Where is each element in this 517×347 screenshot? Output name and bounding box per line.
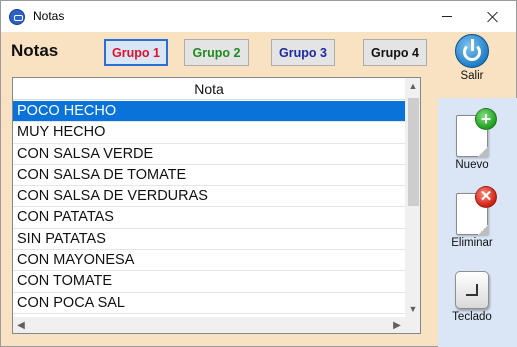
new-document-icon: + [456,108,497,157]
window-title: Notas [33,9,65,23]
salir-button[interactable]: Salir [438,34,506,82]
title-bar: Notas [1,1,516,32]
scroll-left-icon[interactable]: ◀ [13,317,29,333]
horizontal-scrollbar[interactable]: ◀ ▶ [13,317,405,333]
power-icon [455,34,489,68]
keyboard-enter-icon [455,271,489,309]
list-item[interactable]: CON SALSA DE TOMATE [13,165,405,187]
nuevo-label: Nuevo [455,159,489,171]
close-button[interactable] [470,1,516,32]
minimize-button[interactable] [424,1,470,32]
eliminar-label: Eliminar [451,237,493,249]
list-item[interactable]: SIN PATATAS [13,229,405,251]
list-item[interactable]: CON POCA SAL [13,293,405,314]
scroll-corner [405,317,420,333]
scroll-down-icon[interactable]: ▼ [405,301,420,317]
nuevo-button[interactable]: + Nuevo [438,108,506,171]
list-rows: POCO HECHO MUY HECHO CON SALSA VERDE CON SA… [13,101,405,314]
scroll-up-icon[interactable]: ▲ [405,78,420,94]
group-4-button[interactable]: Grupo 4 [363,39,427,66]
notas-window: Notas Notas Grupo 1 Grupo 2 Grupo 3 Grup… [0,0,517,347]
list-item[interactable]: CON SALSA VERDE [13,144,405,165]
group-3-button[interactable]: Grupo 3 [271,39,335,66]
column-header-nota[interactable]: Nota [13,78,405,100]
close-icon [487,11,499,23]
vertical-scrollbar[interactable]: ▲ ▼ [405,78,420,317]
list-item[interactable]: CON TOMATE [13,271,405,293]
scroll-thumb[interactable] [408,98,419,206]
notes-list[interactable]: Nota POCO HECHO MUY HECHO CON SALSA VERDE C… [12,77,421,334]
list-item[interactable]: CON MAYONESA [13,250,405,272]
group-1-button[interactable]: Grupo 1 [104,39,168,66]
salir-label: Salir [460,70,484,82]
minimize-icon [442,16,452,17]
list-item[interactable]: POCO HECHO [13,101,405,123]
eliminar-button[interactable]: ✕ Eliminar [438,186,506,249]
page-title: Notas [11,41,59,60]
app-icon [9,9,25,25]
list-item[interactable]: CON PATATAS [13,207,405,229]
delete-document-icon: ✕ [456,186,497,235]
list-item[interactable]: CON SALSA DE VERDURAS [13,186,405,208]
group-2-button[interactable]: Grupo 2 [184,39,249,66]
teclado-button[interactable]: Teclado [438,271,506,323]
scroll-right-icon[interactable]: ▶ [389,317,405,333]
list-item[interactable]: MUY HECHO [13,122,405,144]
teclado-label: Teclado [452,311,492,323]
